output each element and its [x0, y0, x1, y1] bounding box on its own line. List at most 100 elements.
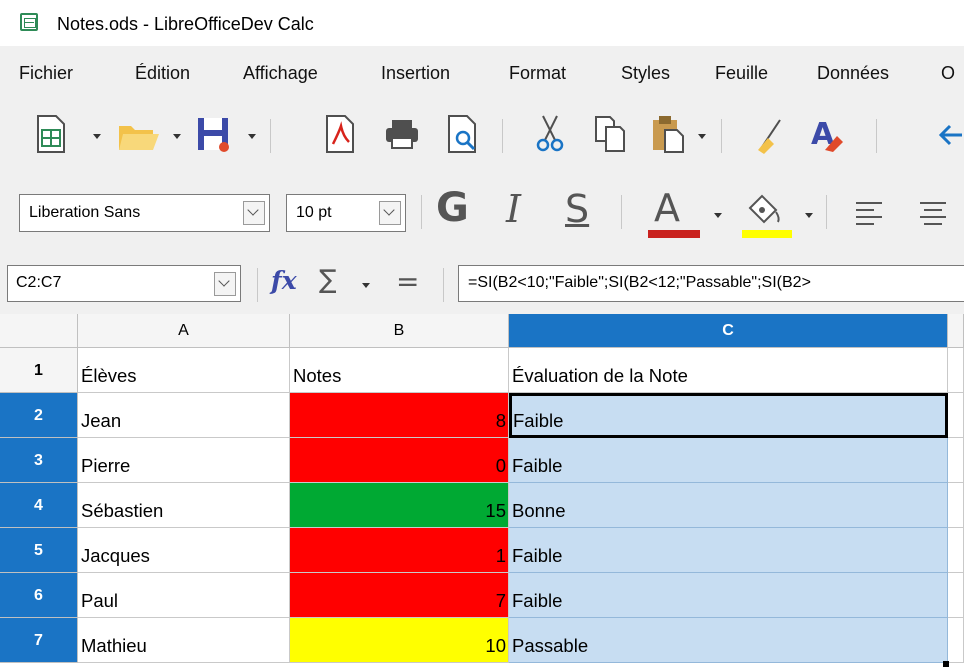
cell-a5[interactable]: Jacques [78, 528, 290, 573]
save-icon[interactable] [196, 116, 232, 154]
save-dropdown-arrow[interactable] [248, 134, 256, 139]
cell-c7[interactable]: Passable [509, 618, 948, 663]
standard-toolbar: A [0, 102, 964, 170]
clone-formatting-icon[interactable] [754, 116, 786, 154]
cut-icon[interactable] [535, 114, 565, 154]
cell-a6[interactable]: Paul [78, 573, 290, 618]
menu-format[interactable]: Format [509, 63, 566, 84]
cell-b5[interactable]: 1 [290, 528, 509, 573]
menu-fichier[interactable]: Fichier [19, 63, 73, 84]
cell-d7[interactable] [948, 618, 964, 663]
cell-d2[interactable] [948, 393, 964, 438]
menu-styles[interactable]: Styles [621, 63, 670, 84]
fill-handle[interactable] [943, 661, 949, 667]
formula-bar: C2:C7 fx ∑ = =SI(B2<10;"Faible";SI(B2<12… [0, 256, 964, 312]
toolbar-separator [257, 268, 258, 302]
cell-b2[interactable]: 8 [290, 393, 509, 438]
cell-c6[interactable]: Faible [509, 573, 948, 618]
spreadsheet-grid[interactable]: A B C 1 Élèves Notes Évaluation de la No… [0, 314, 964, 671]
function-wizard-button[interactable]: fx [271, 266, 297, 295]
cell-a3[interactable]: Pierre [78, 438, 290, 483]
column-header-b[interactable]: B [290, 314, 509, 348]
undo-arrow-icon[interactable] [936, 122, 964, 148]
open-folder-icon[interactable] [117, 120, 161, 152]
font-color-swatch [648, 230, 700, 238]
cell-d3[interactable] [948, 438, 964, 483]
menu-insertion[interactable]: Insertion [381, 63, 450, 84]
name-box-value: C2:C7 [16, 274, 62, 291]
cell-d6[interactable] [948, 573, 964, 618]
row-header-6[interactable]: 6 [0, 573, 78, 618]
cell-b4[interactable]: 15 [290, 483, 509, 528]
formula-text: =SI(B2<10;"Faible";SI(B2<12;"Passable";S… [468, 274, 811, 291]
row-header-5[interactable]: 5 [0, 528, 78, 573]
cell-c4[interactable]: Bonne [509, 483, 948, 528]
cell-d1[interactable] [948, 348, 964, 393]
cell-b6[interactable]: 7 [290, 573, 509, 618]
calc-app-icon [20, 13, 38, 31]
cell-d4[interactable] [948, 483, 964, 528]
formatting-toolbar: Liberation Sans 10 pt G I S A [0, 170, 964, 256]
menu-edition[interactable]: Édition [135, 63, 190, 84]
paste-dropdown-arrow[interactable] [698, 134, 706, 139]
italic-button[interactable]: I [506, 187, 521, 231]
toolbar-separator [270, 119, 271, 153]
font-color-dropdown-arrow[interactable] [714, 213, 722, 218]
toolbar-separator [502, 119, 503, 153]
select-all-corner[interactable] [0, 314, 78, 348]
menu-affichage[interactable]: Affichage [243, 63, 318, 84]
column-header-d[interactable] [948, 314, 964, 348]
sum-dropdown-arrow[interactable] [362, 283, 370, 288]
copy-icon[interactable] [594, 115, 626, 153]
align-left-icon[interactable] [854, 200, 884, 226]
column-header-a[interactable]: A [78, 314, 290, 348]
row-header-2[interactable]: 2 [0, 393, 78, 438]
menu-feuille[interactable]: Feuille [715, 63, 768, 84]
menu-donnees[interactable]: Données [817, 63, 889, 84]
cell-b1[interactable]: Notes [290, 348, 509, 393]
cell-a4[interactable]: Sébastien [78, 483, 290, 528]
sum-button[interactable]: ∑ [319, 265, 337, 295]
formula-equals-button[interactable]: = [396, 265, 419, 298]
paint-bucket-icon [748, 194, 780, 224]
open-dropdown-arrow[interactable] [173, 134, 181, 139]
align-center-icon[interactable] [918, 200, 948, 226]
cell-c2-active[interactable]: Faible [509, 393, 948, 438]
print-preview-icon[interactable] [447, 114, 479, 154]
row-header-7[interactable]: 7 [0, 618, 78, 663]
export-pdf-icon[interactable] [325, 114, 355, 154]
formula-input[interactable]: =SI(B2<10;"Faible";SI(B2<12;"Passable";S… [458, 265, 964, 302]
name-box[interactable]: C2:C7 [7, 265, 241, 302]
toolbar-separator [421, 195, 422, 229]
highlight-color-button[interactable] [740, 190, 794, 238]
column-header-c[interactable]: C [509, 314, 948, 348]
menu-overflow[interactable]: O [941, 63, 955, 84]
clear-formatting-icon[interactable]: A [809, 118, 843, 152]
print-icon[interactable] [384, 118, 420, 150]
new-spreadsheet-icon[interactable] [36, 114, 66, 154]
cell-b7[interactable]: 10 [290, 618, 509, 663]
cell-b3[interactable]: 0 [290, 438, 509, 483]
underline-button[interactable]: S [565, 187, 589, 231]
cell-a2[interactable]: Jean [78, 393, 290, 438]
font-color-button[interactable]: A [646, 186, 702, 238]
row-header-3[interactable]: 3 [0, 438, 78, 483]
row-header-1[interactable]: 1 [0, 348, 78, 393]
name-box-dropdown-icon[interactable] [214, 272, 236, 296]
cell-c5[interactable]: Faible [509, 528, 948, 573]
cell-a1[interactable]: Élèves [78, 348, 290, 393]
row-header-4[interactable]: 4 [0, 483, 78, 528]
cell-a7[interactable]: Mathieu [78, 618, 290, 663]
bold-button[interactable]: G [436, 185, 469, 231]
cell-c1[interactable]: Évaluation de la Note [509, 348, 948, 393]
cell-d5[interactable] [948, 528, 964, 573]
new-dropdown-arrow[interactable] [93, 134, 101, 139]
font-name-box[interactable]: Liberation Sans [19, 194, 270, 232]
font-name-dropdown-icon[interactable] [243, 201, 265, 225]
cell-c3[interactable]: Faible [509, 438, 948, 483]
font-size-box[interactable]: 10 pt [286, 194, 406, 232]
paste-icon[interactable] [651, 114, 685, 154]
highlight-dropdown-arrow[interactable] [805, 213, 813, 218]
font-size-dropdown-icon[interactable] [379, 201, 401, 225]
font-size-value: 10 pt [296, 204, 332, 221]
